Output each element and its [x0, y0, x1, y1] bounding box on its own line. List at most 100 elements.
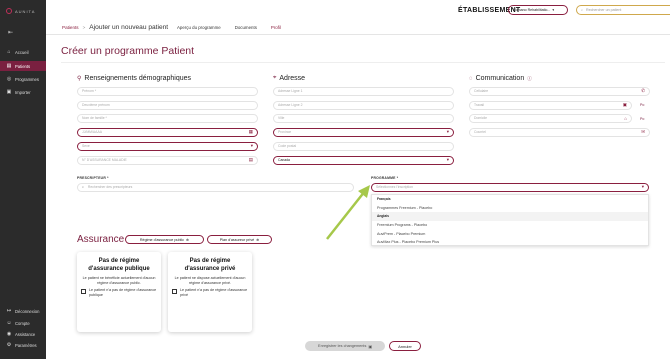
sidebar-item-accueil[interactable]: ⌂ Accueil	[0, 47, 46, 57]
assurance-title: Assurance	[77, 234, 125, 245]
prenom-field[interactable]: Prénom *	[77, 87, 258, 96]
dropdown-group-francais: Français	[377, 197, 391, 202]
tabs: Aperçu du programme Documents Profil	[177, 25, 281, 30]
section-adresse: ⌖ Adresse	[273, 75, 305, 82]
sidebar-item-label: Patients	[15, 63, 31, 69]
prescripteur-placeholder: Rechercher des prescripteurs	[87, 185, 133, 190]
chevron-down-icon: ▾	[552, 8, 555, 12]
public-insurance-card: Pas de régime d'assurance publique Le pa…	[77, 252, 161, 332]
breadcrumb-current: Ajouter un nouveau patient	[89, 24, 169, 31]
pays-value: Canada	[278, 158, 290, 163]
dropdown-option[interactable]: Freemium Programs - Placebo	[372, 221, 648, 230]
section-title: Adresse	[279, 75, 306, 82]
programme-select[interactable]: Sélectionnez l'inscription ▾	[371, 183, 649, 192]
sidebar-item-compte[interactable]: ☺ Compte	[0, 318, 46, 328]
sidebar-item-parametres[interactable]: ⚙ Paramètres	[0, 340, 46, 350]
poste-domicile-field[interactable]: Po	[640, 117, 644, 121]
add-public-insurance-button[interactable]: Régime d'assurance public ⊕	[125, 235, 204, 244]
dropdown-option[interactable]: AuviPrem - Placebo Premium	[372, 229, 648, 238]
date-naissance-field[interactable]: JJ/MM/AAAA ▦	[77, 128, 258, 137]
home-icon: ⌂	[624, 115, 627, 121]
adresse-ligne1-field[interactable]: Adresse Ligne 1	[273, 87, 454, 96]
programs-icon: ◎	[6, 76, 12, 82]
etablissement-value: Romano Rehabilitatio...	[513, 8, 551, 12]
deuxieme-prenom-field[interactable]: Deuxième prénom	[77, 101, 258, 110]
poste-travail-field[interactable]: Po	[640, 103, 644, 107]
code-postal-field[interactable]: Code postal	[273, 142, 454, 151]
cellulaire-field[interactable]: Cellulaire ✆	[469, 87, 650, 96]
account-icon: ☺	[6, 320, 12, 326]
date-placeholder: JJ/MM/AAAA	[82, 130, 102, 135]
cellulaire-placeholder: Cellulaire	[474, 89, 489, 94]
prescripteur-search[interactable]: ⌕ Rechercher des prescripteurs	[77, 183, 354, 192]
page-title: Créer un programme Patient	[61, 45, 195, 57]
phone-icon: ✆	[641, 88, 645, 94]
sidebar-item-deconnexion[interactable]: ↦ Déconnexion	[0, 306, 46, 316]
courriel-placeholder: Courriel	[474, 130, 486, 135]
breadcrumb-separator: >	[82, 25, 86, 30]
tab-documents[interactable]: Documents	[235, 25, 257, 30]
tab-profil[interactable]: Profil	[271, 25, 281, 30]
adresse-ligne2-field[interactable]: Adresse Ligne 2	[273, 101, 454, 110]
sidebar-item-label: Paramètres	[15, 342, 37, 348]
travail-placeholder: Travail	[474, 103, 485, 108]
info-icon[interactable]: ⓘ	[527, 76, 532, 82]
domicile-field[interactable]: Domicile ⌂	[469, 114, 632, 123]
person-icon: ⚲	[77, 76, 82, 82]
ville-field[interactable]: Ville	[273, 114, 454, 123]
checkbox-label: Le patient n'a pas de régime d'assurance…	[180, 288, 248, 297]
add-private-insurance-button[interactable]: Plan d'assureur privé ⊕	[207, 235, 272, 244]
search-icon: ⌕	[82, 185, 84, 190]
no-public-insurance-checkbox[interactable]	[81, 289, 86, 294]
sidebar-item-label: Assistance	[15, 331, 36, 337]
logout-icon: ↦	[6, 308, 12, 314]
card-text: Le patient ne bénéficie actuellement d'a…	[82, 276, 156, 285]
assurance-maladie-field[interactable]: N° D'ASSURANCE MALADIE ▤	[77, 156, 258, 165]
pays-select[interactable]: Canada ▾	[273, 156, 454, 165]
sidebar-item-importer[interactable]: ▣ Importer	[0, 87, 46, 97]
plus-circle-icon: ⊕	[256, 237, 260, 242]
cancel-button[interactable]: Annuler	[389, 341, 421, 351]
import-icon: ▣	[6, 89, 12, 95]
domicile-placeholder: Domicile	[474, 116, 487, 121]
checkbox-label: Le patient n'a pas de régime d'assurance…	[89, 288, 157, 297]
breadcrumb-patients-link[interactable]: Patients	[62, 25, 79, 30]
dropdown-option[interactable]: AuvMax Plus - Placebo Premium Plus	[372, 238, 648, 247]
logo-text: AUNITA	[15, 8, 36, 14]
etablissement-select[interactable]: Romano Rehabilitatio... ▾	[508, 5, 568, 15]
chevron-down-icon: ▾	[446, 157, 449, 163]
chevron-down-icon: ▾	[250, 143, 253, 149]
plus-circle-icon: ⊕	[186, 237, 190, 242]
prescripteur-label: PRESCRIPTEUR *	[77, 176, 109, 180]
sidebar-item-programmes[interactable]: ◎ Programmes	[0, 74, 46, 84]
province-select[interactable]: Province ▾	[273, 128, 454, 137]
card-title: Pas de régime d'assurance publique	[88, 258, 150, 272]
patient-search-input[interactable]: ⌕ Rechercher un patient	[576, 5, 670, 15]
nom-field[interactable]: Nom de famille *	[77, 114, 258, 123]
card-title: Pas de régime d'assurance privé	[184, 258, 236, 272]
private-insurance-card: Pas de régime d'assurance privé Le patie…	[168, 252, 252, 332]
home-icon: ⌂	[7, 49, 11, 55]
sidebar-item-patients[interactable]: ▤ Patients	[0, 61, 46, 71]
private-btn-label: Plan d'assureur privé	[219, 237, 255, 242]
card-icon: ▤	[248, 157, 253, 163]
programme-placeholder: Sélectionnez l'inscription	[376, 185, 414, 190]
search-icon: ⌕	[581, 8, 584, 12]
sexe-select[interactable]: Sexe ▾	[77, 142, 258, 151]
chevron-down-icon: ▾	[446, 129, 449, 135]
top-bar: Patients > Ajouter un nouveau patient Ap…	[46, 0, 670, 35]
settings-icon: ⚙	[6, 342, 12, 348]
location-icon: ⌖	[273, 75, 277, 81]
sidebar-item-label: Déconnexion	[15, 308, 40, 314]
travail-field[interactable]: Travail ▣	[469, 101, 632, 110]
save-button[interactable]: Enregistrer les changements ▣	[305, 341, 385, 351]
courriel-field[interactable]: Courriel ✉	[469, 128, 650, 137]
collapse-icon[interactable]: ⇤	[8, 29, 13, 36]
dropdown-option[interactable]: Programmes Freemium - Placebo	[372, 204, 648, 213]
mail-icon: ✉	[641, 129, 645, 135]
save-label: Enregistrer les changements	[318, 344, 367, 348]
tab-apercu[interactable]: Aperçu du programme	[177, 25, 221, 30]
no-private-insurance-checkbox[interactable]	[172, 289, 177, 294]
sidebar-item-assistance[interactable]: ◉ Assistance	[0, 329, 46, 339]
card-text: Le patient ne dispose actuellement d'auc…	[174, 276, 246, 285]
